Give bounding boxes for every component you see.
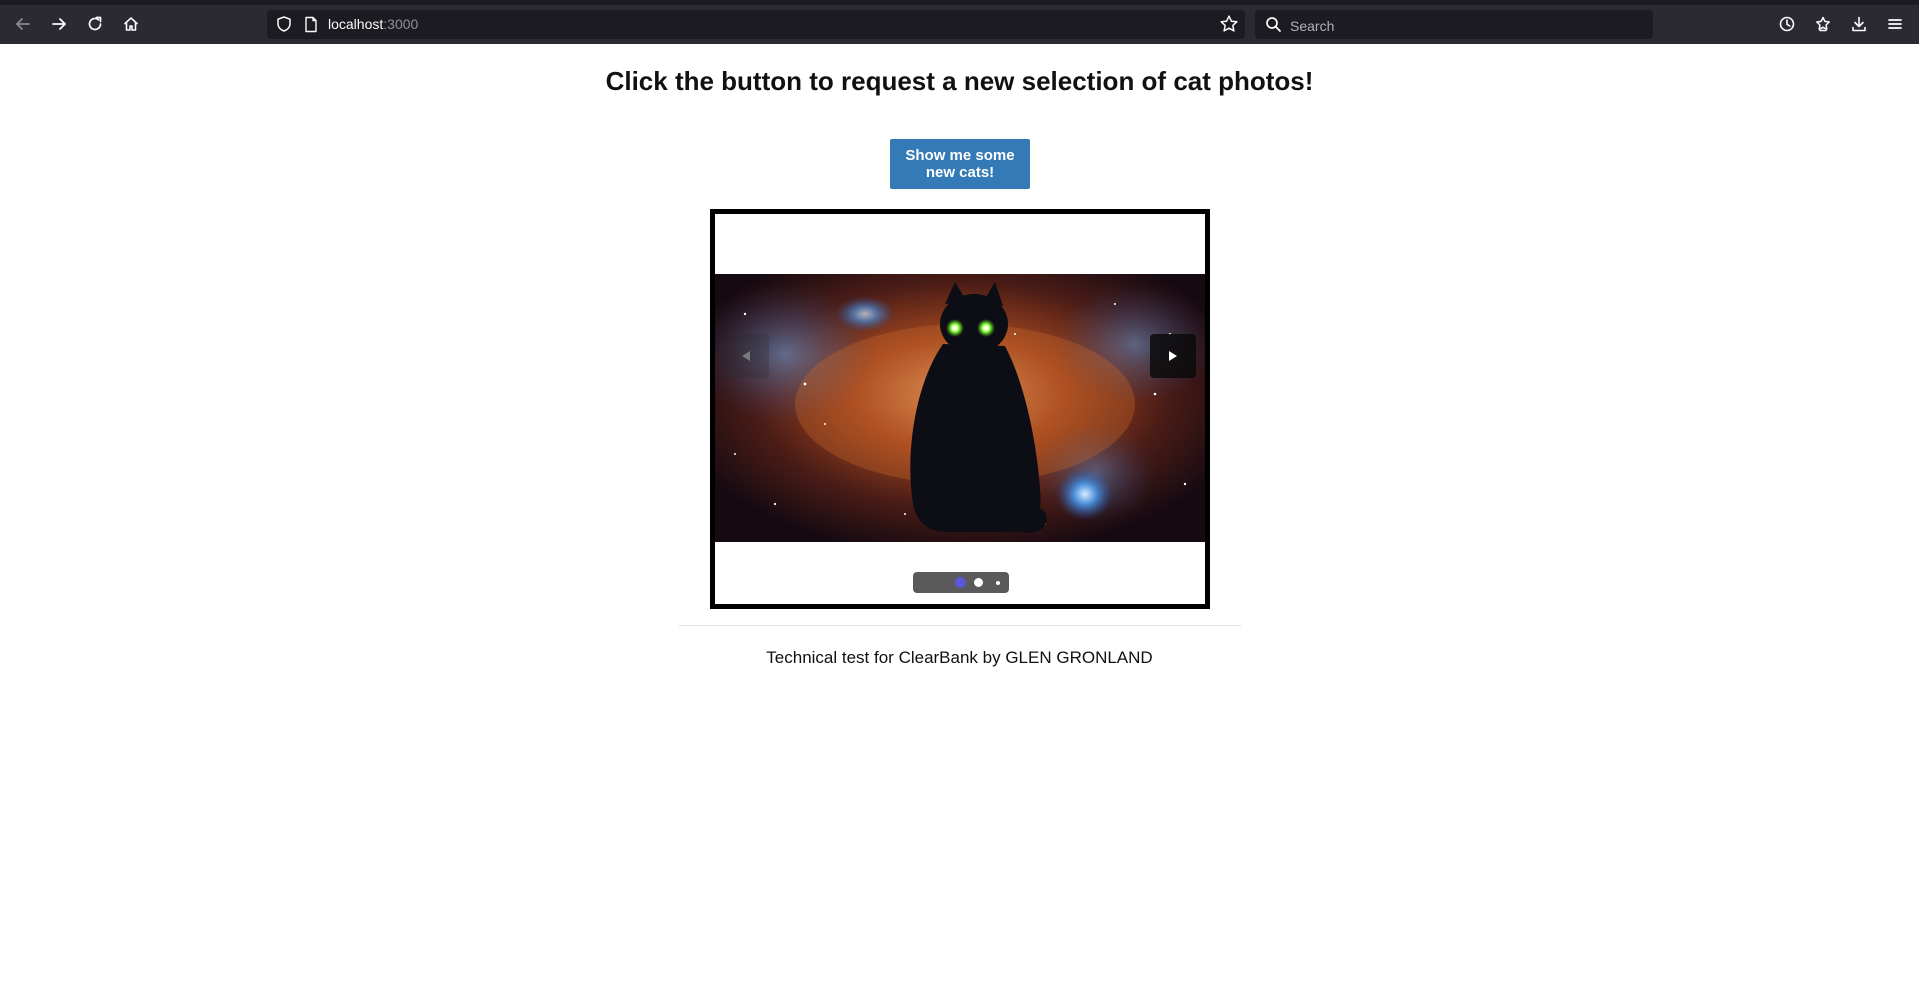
- carousel-dot-3[interactable]: [996, 581, 1000, 585]
- carousel-dot-1[interactable]: [955, 577, 966, 588]
- bookmark-star-icon[interactable]: [1219, 14, 1239, 34]
- hamburger-menu-icon: [1888, 19, 1902, 29]
- search-bar[interactable]: [1255, 10, 1653, 39]
- home-button[interactable]: [117, 10, 145, 38]
- pocket-icon: [1816, 16, 1830, 32]
- reload-icon: [88, 16, 102, 31]
- cat-photo: [715, 274, 1205, 542]
- new-cats-button[interactable]: Show me some new cats!: [890, 139, 1030, 189]
- download-icon: [1852, 16, 1866, 32]
- page-icon[interactable]: [303, 16, 319, 33]
- url-port: :3000: [383, 16, 419, 32]
- clock-icon: [1779, 16, 1795, 32]
- menu-button[interactable]: [1881, 10, 1909, 38]
- shield-icon[interactable]: [275, 15, 293, 33]
- footer-text: Technical test for ClearBank by GLEN GRO…: [766, 648, 1153, 667]
- cat-carousel: [710, 209, 1210, 609]
- downloads-button[interactable]: [1845, 10, 1873, 38]
- triangle-right-icon: [1169, 351, 1177, 361]
- url-bar[interactable]: localhost:3000: [267, 10, 1245, 39]
- url-host: localhost: [328, 16, 384, 32]
- back-button[interactable]: [9, 10, 37, 38]
- arrow-left-icon: [16, 18, 30, 30]
- carousel-prev-button[interactable]: [723, 334, 769, 378]
- reload-button[interactable]: [81, 10, 109, 38]
- carousel-slide-image: [715, 274, 1205, 542]
- forward-button[interactable]: [45, 10, 73, 38]
- carousel-dot-2[interactable]: [974, 578, 983, 587]
- page-headline: Click the button to request a new select…: [605, 66, 1314, 96]
- footer-divider: [679, 625, 1241, 626]
- home-icon: [123, 17, 139, 31]
- page-content: Click the button to request a new select…: [0, 44, 1919, 996]
- search-icon: [1266, 17, 1281, 32]
- pocket-button[interactable]: [1809, 10, 1837, 38]
- arrow-right-icon: [52, 18, 66, 30]
- search-input[interactable]: [1288, 15, 1642, 36]
- url-text[interactable]: localhost:3000: [328, 16, 418, 32]
- history-button[interactable]: [1773, 10, 1801, 38]
- browser-toolbar: localhost:3000: [0, 5, 1919, 44]
- carousel-dots: [913, 572, 1009, 593]
- triangle-left-icon: [742, 351, 750, 361]
- carousel-next-button[interactable]: [1150, 334, 1196, 378]
